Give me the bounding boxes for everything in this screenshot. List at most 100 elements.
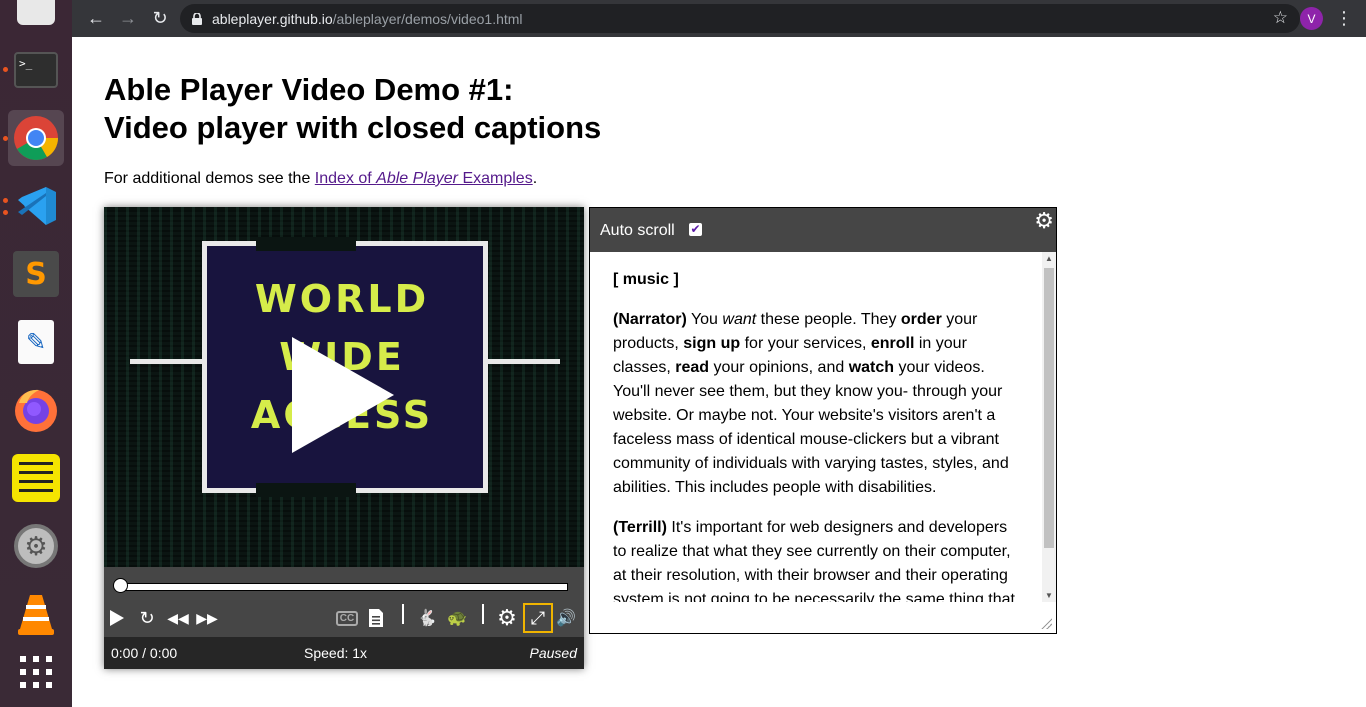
app-grid-icon	[20, 656, 52, 688]
show-applications-button[interactable]	[8, 644, 64, 700]
settings-icon: ⚙	[14, 524, 58, 568]
transcript-segment: want	[722, 311, 757, 328]
forward-button[interactable]: ▶▶	[194, 605, 220, 631]
browser-toolbar: ← → ↻ ableplayer.github.io/ableplayer/de…	[72, 0, 1366, 37]
back-arrow-icon: ←	[87, 7, 105, 28]
captions-button[interactable]: CC	[334, 605, 360, 631]
files-app-icon[interactable]	[8, 0, 64, 34]
settings-app-icon[interactable]: ⚙	[8, 518, 64, 574]
control-bar: ↻ ◀◀ ▶▶ CC 🐇 🐢 ⚙ ⤢ 🔊	[104, 599, 584, 637]
restart-button[interactable]: ↻	[134, 605, 160, 631]
transcript-settings-gear-icon[interactable]: ⚙	[1034, 208, 1054, 234]
restart-icon: ↻	[139, 607, 155, 628]
volume-button[interactable]: 🔊	[553, 605, 579, 631]
seek-slider-track[interactable]	[116, 583, 568, 591]
profile-avatar[interactable]: V	[1300, 7, 1323, 30]
files-icon	[17, 0, 55, 25]
control-separator	[402, 604, 404, 624]
examples-index-link[interactable]: Index of Able Player Examples	[315, 170, 533, 187]
logo-line	[488, 359, 560, 364]
notes-icon	[12, 454, 60, 502]
vscode-app-icon[interactable]	[8, 178, 64, 234]
address-bar[interactable]: ableplayer.github.io/ableplayer/demos/vi…	[180, 4, 1300, 33]
rabbit-icon: 🐇	[417, 610, 437, 627]
speed-indicator: Speed: 1x	[304, 645, 368, 661]
transcript-paragraph: [ music ]	[613, 271, 679, 288]
scrollbar-thumb[interactable]	[1044, 268, 1054, 548]
volume-icon: 🔊	[556, 610, 576, 627]
transcript-segment: enroll	[870, 335, 915, 352]
transcript-toolbar: Auto scroll ✔ ⚙	[590, 208, 1056, 252]
play-icon	[110, 610, 124, 626]
forward-button[interactable]: →	[112, 2, 144, 34]
control-separator	[482, 604, 484, 624]
scroll-down-arrow-icon[interactable]: ▼	[1045, 591, 1053, 600]
transcript-segment: sign up	[683, 335, 741, 352]
big-play-icon[interactable]	[292, 337, 394, 453]
forward-arrow-icon: →	[119, 7, 137, 28]
resize-handle-icon[interactable]	[1040, 617, 1052, 629]
preferences-button[interactable]: ⚙	[494, 605, 520, 631]
reload-button[interactable]: ↻	[144, 2, 176, 34]
terminal-app-icon[interactable]: >_	[8, 42, 64, 98]
chrome-icon	[14, 116, 58, 160]
lock-icon	[192, 12, 202, 25]
fullscreen-icon: ⤢	[530, 607, 546, 628]
sublime-text-icon: S	[13, 251, 59, 297]
gear-icon: ⚙	[497, 605, 517, 630]
video-frame[interactable]: WORLD WIDE ACCESS	[104, 207, 584, 567]
rewind-icon: ◀◀	[167, 609, 189, 626]
rewind-button[interactable]: ◀◀	[165, 605, 191, 631]
closed-captions-icon: CC	[335, 610, 359, 626]
transcript-segment: your opinions, and	[709, 359, 849, 376]
browser-menu-icon[interactable]: ⋮	[1334, 6, 1354, 30]
transcript-paragraph: (Terrill) It's important for web designe…	[613, 519, 1015, 602]
auto-scroll-label: Auto scroll	[600, 222, 675, 239]
bookmark-star-icon[interactable]: ☆	[1273, 8, 1288, 28]
transcript-segment: for your services,	[740, 335, 871, 352]
transcript-scrollbar[interactable]: ▲ ▼	[1042, 252, 1056, 602]
reload-icon: ↻	[152, 7, 168, 28]
sublime-app-icon[interactable]: S	[8, 246, 64, 302]
back-button[interactable]: ←	[80, 2, 112, 34]
transcript-segment: You	[686, 311, 723, 328]
transcript-segment: these people. They	[756, 311, 901, 328]
transcript-icon	[369, 609, 383, 627]
slower-button[interactable]: 🐢	[444, 605, 470, 631]
faster-button[interactable]: 🐇	[414, 605, 440, 631]
logo-frame-gap	[256, 483, 356, 497]
video-player: WORLD WIDE ACCESS ↻ ◀◀ ▶▶ CC 🐇 🐢 ⚙ ⤢ 🔊 0…	[104, 207, 584, 669]
chrome-app-icon[interactable]	[8, 110, 64, 166]
fullscreen-button[interactable]: ⤢	[523, 603, 553, 633]
firefox-app-icon[interactable]	[8, 382, 64, 438]
transcript-segment: read	[675, 359, 710, 376]
transcript-button[interactable]	[363, 605, 389, 631]
scroll-up-arrow-icon[interactable]: ▲	[1045, 254, 1053, 263]
play-button[interactable]	[104, 605, 130, 631]
intro-paragraph: For additional demos see the Index of Ab…	[104, 170, 538, 187]
seek-slider-handle[interactable]	[113, 578, 128, 593]
notes-app-icon[interactable]	[8, 450, 64, 506]
vlc-icon	[18, 595, 54, 635]
elapsed-time: 0:00 / 0:00	[111, 645, 178, 661]
auto-scroll-checkbox[interactable]: ✔	[689, 223, 702, 236]
transcript-segment: your videos. You'll never see them, but …	[613, 359, 1009, 496]
ubuntu-dock: >_ S ✎ ⚙	[0, 0, 72, 707]
transcript-text: [ music ] (Narrator) You want these peop…	[590, 252, 1042, 602]
playback-status: Paused	[529, 645, 577, 661]
logo-text-line1: WORLD	[254, 277, 430, 321]
logo-frame-gap	[256, 237, 356, 251]
turtle-icon: 🐢	[447, 610, 467, 627]
firefox-icon	[15, 389, 57, 432]
text-editor-icon: ✎	[18, 320, 54, 364]
vlc-app-icon[interactable]	[8, 586, 64, 642]
text-editor-app-icon[interactable]: ✎	[8, 314, 64, 370]
vscode-icon	[18, 187, 56, 225]
status-bar: 0:00 / 0:00 Speed: 1x Paused	[104, 637, 584, 669]
fast-forward-icon: ▶▶	[196, 609, 218, 626]
transcript-segment: watch	[848, 359, 895, 376]
transcript-segment: order	[900, 311, 942, 328]
logo-line	[130, 359, 202, 364]
terminal-icon: >_	[14, 52, 58, 88]
transcript-paragraph: (Narrator) You want these people. They o…	[613, 311, 1009, 496]
